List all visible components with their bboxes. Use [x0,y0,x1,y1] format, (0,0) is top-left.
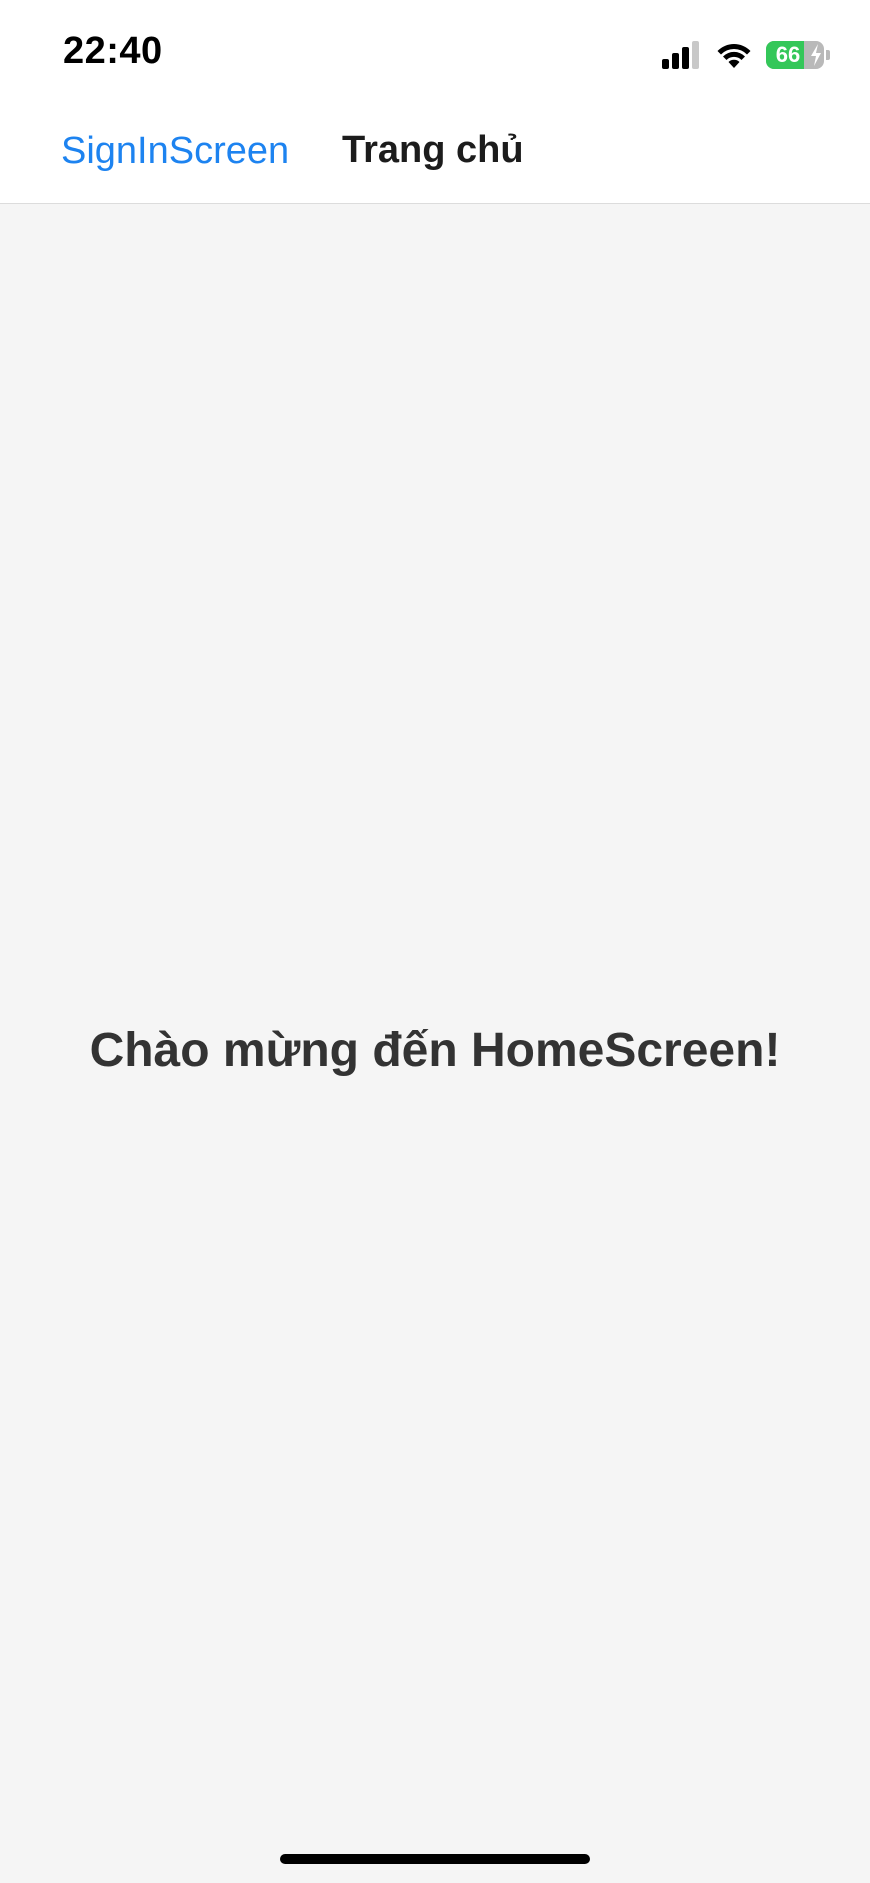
battery-level: 66 [775,42,801,67]
cellular-signal-icon [662,41,699,69]
back-button[interactable]: SignInScreen [61,130,289,173]
battery-icon: 66 [766,41,824,69]
page-title: Trang chủ [342,129,524,171]
status-bar: 22:40 66 [0,0,870,100]
wifi-icon [717,44,751,68]
status-time: 22:40 [63,30,163,72]
home-indicator[interactable] [280,1854,590,1864]
charging-bolt-icon [811,44,821,66]
welcome-text: Chào mừng đến HomeScreen! [89,1024,781,1077]
home-content: Chào mừng đến HomeScreen! [0,204,870,1883]
navigation-bar: SignInScreen Trang chủ [0,100,870,204]
status-icons: 66 [662,38,830,72]
battery-cap [826,50,830,60]
